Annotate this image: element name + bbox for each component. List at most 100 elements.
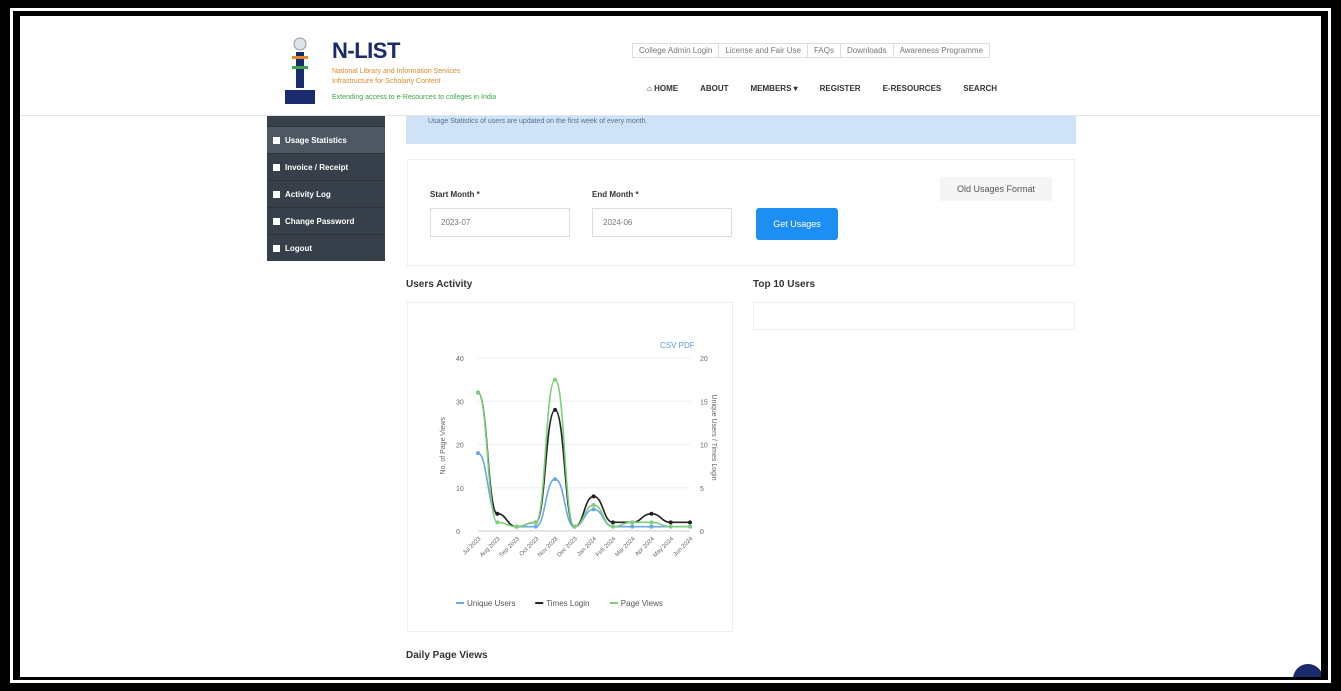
- y-left-tick-label: 20: [456, 443, 464, 450]
- nav-register[interactable]: REGISTER: [820, 84, 861, 93]
- sidebar-item-label: Logout: [285, 243, 313, 253]
- nav-home-label: HOME: [654, 84, 679, 93]
- nav-members[interactable]: MEMBERS ▾: [751, 84, 798, 93]
- y-right-tick-label: 0: [700, 529, 704, 536]
- y-right-tick-label: 20: [700, 356, 708, 363]
- daily-page-views-heading: Daily Page Views: [406, 650, 488, 661]
- x-tick-label: Sep 2023: [499, 536, 522, 559]
- data-point: [572, 524, 577, 529]
- data-point: [668, 524, 673, 529]
- brand-tagline-2: Infrastructure for Scholarly Content: [332, 78, 441, 85]
- data-point: [591, 494, 596, 499]
- top-link-faqs[interactable]: FAQs: [806, 43, 841, 58]
- x-tick-label: Jun 2024: [673, 536, 695, 558]
- data-point: [610, 524, 615, 529]
- site-header: N-LIST National Library and Information …: [20, 16, 1321, 116]
- brand-title[interactable]: N-LIST: [332, 38, 400, 64]
- data-point: [668, 520, 673, 525]
- data-point: [649, 520, 654, 525]
- main-nav: ⌂ HOME ABOUT MEMBERS ▾ REGISTER E-RESOUR…: [647, 84, 997, 93]
- users-activity-heading: Users Activity: [406, 279, 473, 290]
- sidebar-item-usage-statistics[interactable]: Usage Statistics: [267, 126, 385, 153]
- browser-page: N-LIST National Library and Information …: [20, 16, 1321, 677]
- y-left-tick-label: 40: [456, 356, 464, 363]
- data-point: [476, 390, 480, 395]
- x-tick-label: Dec 2023: [556, 536, 579, 559]
- brand-tagline-1: National Library and Information Service…: [332, 68, 461, 75]
- y-right-tick-label: 10: [700, 443, 708, 450]
- filter-card: Start Month * 2023-07 End Month * 2024-0…: [407, 159, 1075, 266]
- sidebar-item-label: Usage Statistics: [285, 135, 347, 145]
- sidebar-item-invoice[interactable]: Invoice / Receipt: [267, 153, 385, 180]
- end-month-input[interactable]: 2024-06: [592, 208, 732, 237]
- users-activity-chart: CSV PDF 0 10 20 30 40 0 5 10 15 20 No. of Page View…: [440, 341, 717, 608]
- top-link-license[interactable]: License and Fair Use: [718, 43, 808, 58]
- data-point: [649, 524, 654, 529]
- series-line-times-login: [477, 391, 690, 528]
- data-point: [553, 477, 558, 482]
- chart-export-toolbar[interactable]: CSV PDF: [660, 341, 695, 350]
- top-users-card: [753, 302, 1075, 330]
- users-activity-chart-card: CSV PDF 0 10 20 30 40 0 5 10 15 20 No. of Page View…: [407, 302, 733, 632]
- data-point: [533, 524, 538, 529]
- data-point: [688, 524, 692, 529]
- start-month-label: Start Month *: [430, 190, 480, 199]
- data-point: [630, 520, 635, 525]
- top-link-college-admin-login[interactable]: College Admin Login: [632, 43, 720, 58]
- get-usages-button[interactable]: Get Usages: [756, 208, 838, 240]
- sidebar-item-label: Activity Log: [285, 189, 331, 199]
- old-usages-format-button[interactable]: Old Usages Format: [940, 177, 1052, 201]
- data-point: [553, 407, 558, 412]
- sidebar-item-logout[interactable]: Logout: [267, 234, 385, 261]
- top-link-awareness[interactable]: Awareness Programme: [892, 43, 991, 58]
- brand-tagline-3: Extending access to e-Resources to colle…: [332, 94, 497, 101]
- data-point: [610, 520, 615, 525]
- y-left-tick-label: 30: [456, 399, 464, 406]
- chat-widget-icon[interactable]: [1293, 664, 1321, 677]
- end-month-label: End Month *: [592, 190, 639, 199]
- key-icon: [273, 217, 280, 225]
- y-left-tick-label: 10: [456, 486, 464, 493]
- top-users-heading: Top 10 Users: [753, 279, 816, 290]
- data-point: [533, 520, 538, 525]
- data-point: [514, 524, 519, 529]
- data-point: [553, 377, 558, 382]
- x-tick-label: May 2024: [652, 536, 675, 559]
- sidebar-item-change-password[interactable]: Change Password: [267, 207, 385, 234]
- y-right-tick-label: 5: [700, 486, 704, 493]
- nav-home[interactable]: ⌂ HOME: [647, 84, 678, 93]
- nlist-logo-icon[interactable]: [283, 36, 317, 106]
- legend-item-unique-users[interactable]: Unique Users: [467, 599, 515, 608]
- info-alert: Usage Statistics of users are updated on…: [406, 116, 1076, 144]
- print-icon: [273, 163, 280, 171]
- y-left-tick-label: 0: [456, 529, 460, 536]
- nav-e-resources[interactable]: E-RESOURCES: [883, 84, 942, 93]
- bar-chart-icon: [273, 136, 280, 144]
- screenshot-frame: N-LIST National Library and Information …: [0, 0, 1341, 691]
- y-right-axis-title: Unique Users / Times Login: [710, 395, 717, 481]
- nav-about[interactable]: ABOUT: [700, 84, 728, 93]
- data-point: [495, 511, 500, 516]
- data-point: [630, 524, 635, 529]
- top-link-downloads[interactable]: Downloads: [840, 43, 894, 58]
- data-point: [688, 520, 692, 525]
- start-month-input[interactable]: 2023-07: [430, 208, 570, 237]
- sidebar-item-activity-log[interactable]: Activity Log: [267, 180, 385, 207]
- y-left-axis-title: No. of Page Views: [440, 417, 447, 475]
- home-icon: ⌂: [647, 84, 655, 93]
- legend-item-times-login[interactable]: Times Login: [546, 599, 589, 608]
- sidebar-item-label: Change Password: [285, 216, 355, 226]
- data-point: [495, 520, 500, 525]
- list-icon: [273, 190, 280, 198]
- legend-item-page-views[interactable]: Page Views: [621, 599, 663, 608]
- data-point: [591, 503, 596, 508]
- sidebar-item-partial[interactable]: [267, 116, 385, 126]
- sidebar-item-label: Invoice / Receipt: [285, 162, 349, 172]
- data-point: [591, 507, 596, 512]
- x-tick-label: Mar 2024: [614, 536, 637, 559]
- y-right-tick-label: 15: [700, 399, 708, 406]
- power-icon: [273, 244, 280, 252]
- nav-search[interactable]: SEARCH: [963, 84, 997, 93]
- sidebar: Usage Statistics Invoice / Receipt Activ…: [267, 116, 385, 261]
- data-point: [649, 511, 654, 516]
